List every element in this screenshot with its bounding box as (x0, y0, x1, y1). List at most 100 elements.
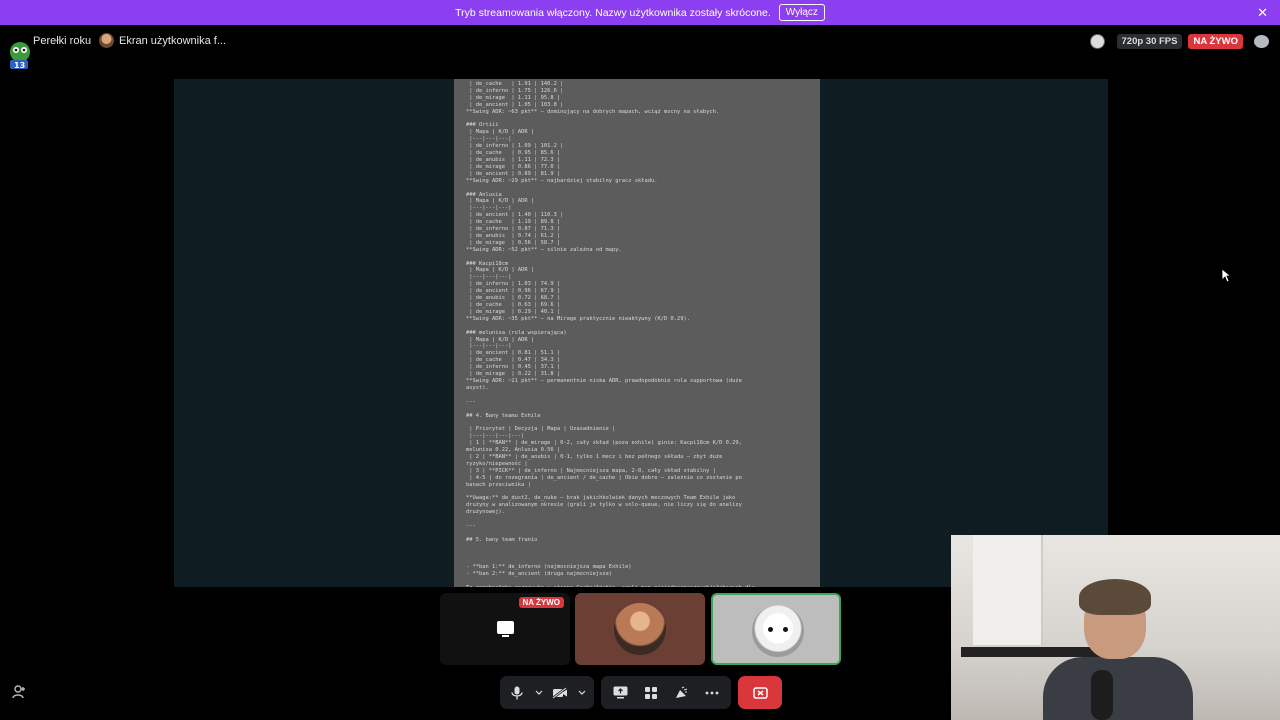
document-line: ### Ortiii (466, 122, 499, 129)
document-line: | Mapa | K/D | ADR | (466, 198, 535, 205)
shared-document: | de_cache | 1.91 | 140.2 | | de_inferno… (454, 79, 820, 587)
document-line: | 2 | **BAN** | de_anubis | 0-1, tylko 1… (466, 453, 723, 460)
document-line (466, 419, 808, 426)
document-line: banach przeciwnika | (466, 481, 531, 488)
document-line: **Swing ADR: ~63 pkt** – dominujący na d… (466, 108, 720, 115)
screen-share-icon[interactable] (609, 681, 632, 705)
mouse-cursor-icon (1221, 268, 1231, 283)
document-line: | de_cache | 1.91 | 140.2 | (466, 81, 564, 87)
shared-screen-stage[interactable]: | de_cache | 1.91 | 140.2 | | de_inferno… (174, 79, 1108, 587)
stream-title[interactable]: Ekran użytkownika f... (119, 35, 226, 47)
chevron-down-icon[interactable] (577, 681, 586, 705)
document-line (466, 578, 808, 585)
document-line: | de_inferno | 1.75 | 126.6 | (466, 87, 564, 94)
document-line: **Swing ADR: ~52 pkt** – silnie zależna … (466, 246, 622, 253)
chat-icon[interactable] (1254, 35, 1269, 48)
document-line: | de_inferno | 0.87 | 71.3 | (466, 226, 561, 233)
webcam-feed (951, 535, 1280, 720)
hangup-button[interactable] (738, 676, 782, 709)
document-line: | de_inferno | 1.03 | 74.9 | (466, 281, 561, 288)
tile-live-badge: NA ŻYWO (518, 597, 564, 608)
app-logo-icon: 13 (10, 42, 30, 70)
document-line: | de_cache | 0.47 | 34.3 | (466, 357, 561, 364)
document-line: drużynowej). (466, 509, 505, 516)
document-line: - **ban 1:** de_inferno (najmocniejsza m… (466, 564, 632, 571)
document-line: - **ban 2:** de_ancient (druga najmocnie… (466, 571, 613, 578)
banner-message: Tryb streamowania włączony. Nazwy użytko… (455, 6, 771, 19)
document-line: | de_mirage | 1.11 | 95.8 | (466, 94, 561, 101)
document-line: drużyny w analizowanym okresie (grali je… (466, 502, 742, 509)
document-line (466, 323, 808, 330)
stream-quality-badge: 720p 30 FPS (1116, 34, 1183, 49)
microphone-icon[interactable] (508, 681, 526, 705)
breadcrumb-separator: • (88, 36, 92, 46)
streamer-mode-banner: Tryb streamowania włączony. Nazwy użytko… (0, 0, 1280, 25)
document-line: | de_anubis | 1.11 | 72.3 | (466, 156, 561, 163)
svg-text:13: 13 (14, 61, 25, 70)
mic-arm (961, 647, 1111, 657)
call-actions (601, 676, 731, 709)
participant-avatar (614, 603, 666, 655)
add-user-icon[interactable] (12, 685, 26, 702)
document-line: | de_ancient | 0.81 | 51.1 | (466, 350, 561, 357)
document-line: To zepchnęłoby rozgrywkę w stronę Cache/… (466, 585, 808, 587)
document-line: |---|---|---| (466, 136, 512, 143)
document-line: asyst). (466, 384, 489, 391)
more-icon[interactable] (701, 681, 724, 705)
close-icon[interactable]: ✕ (1257, 5, 1268, 21)
webcam-microphone (1091, 670, 1113, 720)
document-line: ### Anlusia (466, 191, 502, 198)
document-line (466, 392, 808, 399)
viewer-avatar[interactable] (1089, 34, 1105, 49)
screen-share-tile[interactable]: NA ŻYWO (440, 593, 570, 665)
document-line: **Uwaga:** de_dust2, de_nuke – brak jaki… (466, 495, 736, 502)
document-line: | de_mirage | 0.22 | 31.8 | (466, 371, 561, 378)
document-line (466, 530, 808, 537)
audio-video-controls (500, 676, 594, 709)
live-badge: NA ŻYWO (1188, 34, 1243, 49)
disable-streamer-mode-button[interactable]: Wyłącz (778, 4, 825, 21)
document-line: **Swing ADR: ~21 pkt** – permanentnie ni… (466, 377, 742, 384)
document-line: --- (466, 523, 476, 529)
document-line: | de_anubis | 0.74 | 61.2 | (466, 232, 561, 239)
document-line: | de_mirage | 0.86 | 77.0 | (466, 163, 561, 170)
document-line: | Mapa | K/D | ADR | (466, 129, 535, 136)
document-line: |---|---|---| (466, 343, 512, 350)
document-line (466, 185, 808, 192)
document-line: | 3 | **PICK** | de_inferno | Najmocniej… (466, 467, 716, 474)
document-line (466, 544, 808, 551)
document-line: | Priorytet | Decyzja | Mapa | Uzasadnie… (466, 426, 616, 433)
document-line: --- (466, 398, 476, 405)
webcam-person-hair (1079, 579, 1151, 615)
document-line (466, 116, 808, 123)
document-line: | de_inferno | 1.09 | 101.2 | (466, 143, 564, 150)
document-line (466, 558, 808, 565)
document-line: ### Kacpi18cm (466, 260, 509, 267)
participant-tile-speaking[interactable] (711, 593, 841, 665)
camera-off-icon[interactable] (551, 681, 569, 705)
document-line: | de_cache | 0.95 | 85.6 | (466, 150, 561, 157)
document-line: | 4-5 | do rozegrania | de_ancient / de_… (466, 474, 742, 481)
streamer-avatar (99, 33, 114, 48)
document-line: | de_cache | 1.19 | 89.8 | (466, 219, 561, 226)
document-line: |---|---|---| (466, 274, 512, 281)
document-line (466, 254, 808, 261)
participant-avatar (752, 605, 804, 657)
document-line: | de_ancient | 1.05 | 103.8 | (466, 101, 564, 108)
document-line: | de_mirage | 0.56 | 58.7 | (466, 239, 561, 246)
document-line: | de_ancient | 1.40 | 110.3 | (466, 212, 564, 219)
chevron-down-icon[interactable] (534, 681, 543, 705)
channel-name[interactable]: Perełki roku (33, 35, 91, 47)
document-line: ryzyko/niepewność | (466, 460, 528, 467)
soundboard-icon[interactable] (670, 681, 693, 705)
document-line: ## 5. bany team franio (466, 536, 538, 543)
participant-tile[interactable] (575, 593, 705, 665)
monitor-icon (497, 621, 514, 637)
document-line: |---|---|---|---| (466, 433, 525, 440)
document-line: | de_inferno | 0.45 | 37.1 | (466, 364, 561, 371)
document-line: | de_ancient | 0.96 | 67.9 | (466, 288, 561, 295)
webcam-person-body (1043, 657, 1193, 720)
document-line (466, 406, 808, 413)
document-line: |---|---|---| (466, 205, 512, 212)
activities-icon[interactable] (640, 681, 663, 705)
